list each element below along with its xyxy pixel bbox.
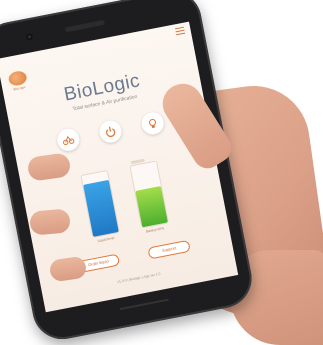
- battery-fill: [135, 185, 168, 228]
- lamp-icon: [149, 118, 157, 129]
- front-camera: [25, 32, 34, 41]
- menu-icon[interactable]: [175, 26, 186, 36]
- power-icon: [106, 126, 116, 137]
- power-button[interactable]: [97, 118, 124, 145]
- surface-mode-button[interactable]: [55, 126, 82, 153]
- app-logo: BioLogic: [7, 69, 28, 92]
- surface-icon: [63, 135, 75, 146]
- support-button[interactable]: Support: [147, 239, 191, 260]
- battery-gauge: [129, 160, 170, 229]
- liquid-level-gauge: [80, 169, 120, 239]
- liquid-level-fill: [83, 180, 119, 237]
- lamp-mode-button[interactable]: [139, 110, 166, 137]
- home-indicator[interactable]: [119, 298, 169, 311]
- logo-text: BioLogic: [13, 85, 26, 92]
- earpiece-speaker: [64, 19, 106, 33]
